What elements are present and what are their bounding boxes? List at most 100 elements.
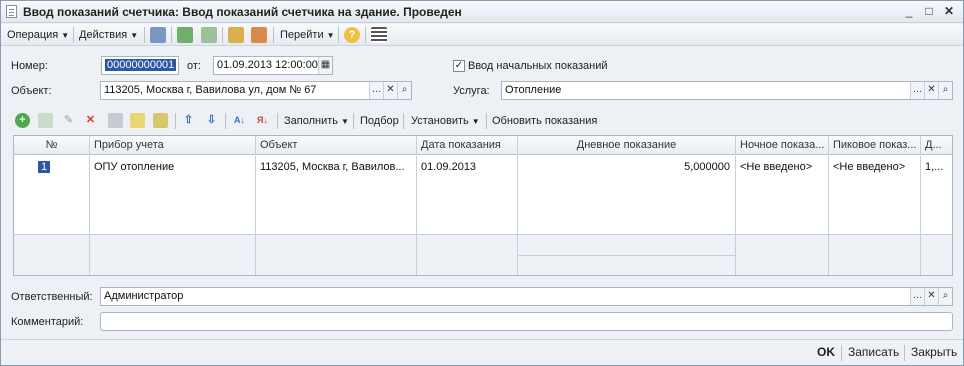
more-cell[interactable]: 1,... [921, 156, 952, 178]
column-divider [828, 235, 829, 275]
goto-menu[interactable]: Перейти ▼ [280, 27, 335, 43]
set-button[interactable]: Установить ▼ [411, 113, 480, 129]
toolbar-separator [904, 345, 905, 361]
post-icon[interactable] [228, 27, 244, 43]
date-field[interactable]: 01.09.2013 12:00:00 ▦ [213, 56, 333, 75]
totals-divider [518, 255, 736, 256]
edit-row-icon[interactable]: ✎ [61, 113, 76, 128]
number-label: Номер: [11, 60, 48, 72]
operation-menu[interactable]: Операция ▼ [7, 27, 69, 43]
column-header-device[interactable]: Прибор учета [90, 136, 256, 155]
toolbar-separator [222, 27, 223, 43]
object-label: Объект: [11, 85, 52, 97]
clear-icon[interactable]: ✕ [924, 82, 938, 99]
chevron-down-icon: ▼ [341, 117, 349, 126]
toolbar-separator [273, 27, 274, 43]
clear-icon[interactable]: ✕ [924, 288, 938, 305]
column-header-day-reading[interactable]: Дневное показание [518, 136, 736, 155]
fill-button-label: Заполнить [284, 115, 339, 127]
select-ellipsis-icon[interactable]: … [910, 288, 924, 305]
toolbar-separator [144, 27, 145, 43]
sort-ascending-icon[interactable]: A↓ [231, 113, 248, 128]
object-value: 113205, Москва г, Вавилова ул, дом № 67 [104, 84, 317, 96]
object-cell[interactable]: 113205, Москва г, Вавилов... [256, 156, 417, 178]
number-field[interactable]: 00000000001 [101, 56, 179, 75]
refresh-readings-button[interactable]: Обновить показания [492, 113, 597, 129]
copy-icon[interactable] [201, 27, 217, 43]
device-cell[interactable]: ОПУ отопление [90, 156, 256, 178]
date-value: 01.09.2013 12:00:00 [217, 59, 318, 71]
insert-row-icon[interactable] [153, 113, 168, 128]
post-and-close-icon[interactable] [150, 27, 166, 43]
pick-button[interactable]: Подбор [360, 113, 399, 129]
chevron-down-icon: ▼ [130, 31, 139, 40]
maximize-icon[interactable]: □ [921, 4, 937, 19]
column-header-night-reading[interactable]: Ночное показа... [736, 136, 829, 155]
select-ellipsis-icon[interactable]: … [369, 82, 383, 99]
day-reading-cell[interactable]: 5,000000 [518, 156, 736, 178]
column-header-object[interactable]: Объект [256, 136, 417, 155]
toolbar-separator [277, 113, 278, 129]
movements-icon[interactable] [177, 27, 193, 43]
operation-menu-label: Операция [7, 29, 59, 41]
responsible-field[interactable]: Администратор … ✕ ⌕ [100, 287, 953, 306]
column-divider [89, 235, 90, 275]
close-icon[interactable]: ✕ [941, 4, 957, 19]
delete-row-icon[interactable]: ✕ [83, 113, 98, 128]
from-label: от: [187, 60, 201, 72]
bottom-action-bar: OK Записать Закрыть [1, 339, 963, 365]
peak-reading-cell[interactable]: <Не введено> [829, 156, 921, 178]
end-edit-icon[interactable] [108, 113, 123, 128]
table-toolbar: + ✎ ✕ ⇧ ⇩ A↓ Я↓ Заполнить ▼ Подбор Устано… [13, 111, 953, 131]
save-button[interactable]: Записать [848, 345, 899, 359]
sort-descending-icon[interactable]: Я↓ [254, 113, 271, 128]
table-header: № Прибор учета Объект Дата показания Дне… [14, 136, 952, 155]
column-header-peak-reading[interactable]: Пиковое показ... [829, 136, 921, 155]
move-up-icon[interactable]: ⇧ [181, 113, 196, 128]
minimize-icon[interactable]: _ [901, 4, 917, 19]
select-ellipsis-icon[interactable]: … [910, 82, 924, 99]
toolbar-separator [353, 113, 354, 129]
column-divider [416, 235, 417, 275]
window-title: Ввод показаний счетчика: Ввод показаний … [23, 5, 462, 19]
column-header-date[interactable]: Дата показания [417, 136, 518, 155]
main-toolbar: Операция ▼ Действия ▼ Перейти ▼ ? [1, 24, 963, 46]
column-header-more[interactable]: Д... [921, 136, 952, 155]
toolbar-separator [225, 113, 226, 129]
actions-menu[interactable]: Действия ▼ [79, 27, 138, 43]
table-totals-area [14, 234, 952, 275]
structure-icon[interactable] [371, 27, 387, 43]
copy-row-icon[interactable] [38, 113, 53, 128]
responsible-value: Администратор [104, 290, 184, 302]
clear-icon[interactable]: ✕ [383, 82, 397, 99]
add-row-icon[interactable]: + [15, 113, 30, 128]
column-header-number[interactable]: № [14, 136, 90, 155]
date-cell[interactable]: 01.09.2013 [417, 156, 518, 178]
toolbar-separator [175, 113, 176, 129]
move-down-icon[interactable]: ⇩ [204, 113, 219, 128]
calendar-icon[interactable]: ▦ [318, 57, 332, 74]
readings-table[interactable]: № Прибор учета Объект Дата показания Дне… [13, 135, 953, 276]
fill-button[interactable]: Заполнить ▼ [284, 113, 349, 129]
initial-readings-checkbox[interactable]: ✓ [453, 60, 465, 72]
service-field[interactable]: Отопление … ✕ ⌕ [501, 81, 953, 100]
help-icon[interactable]: ? [344, 27, 360, 43]
column-divider [517, 235, 518, 275]
toolbar-separator [486, 113, 487, 129]
object-field[interactable]: 113205, Москва г, Вавилова ул, дом № 67 …… [100, 81, 412, 100]
add-group-icon[interactable] [130, 113, 145, 128]
open-search-icon[interactable]: ⌕ [938, 82, 952, 99]
toolbar-separator [403, 113, 404, 129]
night-reading-cell[interactable]: <Не введено> [736, 156, 829, 178]
toolbar-separator [338, 27, 339, 43]
toolbar-separator [841, 345, 842, 361]
ok-button[interactable]: OK [817, 345, 835, 359]
close-button[interactable]: Закрыть [911, 345, 957, 359]
title-bar: Ввод показаний счетчика: Ввод показаний … [1, 1, 963, 23]
comment-field[interactable] [100, 312, 953, 331]
open-search-icon[interactable]: ⌕ [938, 288, 952, 305]
open-search-icon[interactable]: ⌕ [397, 82, 411, 99]
toolbar-separator [73, 27, 74, 43]
service-label: Услуга: [453, 85, 490, 97]
unpost-icon[interactable] [251, 27, 267, 43]
